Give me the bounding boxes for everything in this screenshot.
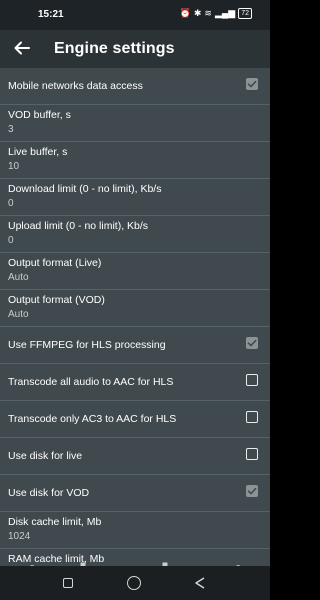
setting-label: Mobile networks data access: [8, 80, 143, 92]
setting-label: Output format (VOD): [8, 294, 105, 306]
setting-label: Upload limit (0 - no limit), Kb/s: [8, 220, 149, 232]
setting-row-mobile-networks-data-access[interactable]: Mobile networks data access: [0, 68, 270, 105]
setting-label: Output format (Live): [8, 257, 102, 269]
setting-label: Use disk for live: [8, 450, 83, 462]
status-bar: 15:21 ⏰ ✱ ≋ ▂▄▆ 72: [0, 0, 270, 30]
setting-label: Transcode all audio to AAC for HLS: [8, 376, 174, 388]
setting-label: Disk cache limit, Mb: [8, 516, 102, 528]
checkbox[interactable]: [246, 485, 258, 497]
wifi-icon: ≋: [204, 8, 212, 18]
back-arrow-icon[interactable]: [12, 38, 32, 58]
app-bar: Engine settings: [0, 30, 270, 68]
signal-icon: ▂▄▆: [214, 8, 236, 18]
setting-value: 0: [8, 235, 14, 246]
setting-row-output-format-vod[interactable]: Output format (VOD) Auto: [0, 290, 270, 327]
status-icons: ⏰ ✱ ≋ ▂▄▆ 72: [180, 8, 252, 19]
nav-back-icon[interactable]: [193, 576, 207, 590]
battery-icon: 72: [238, 8, 252, 19]
setting-label: Use disk for VOD: [8, 487, 90, 499]
setting-row-transcode-only-ac3-to-aac-for-hls[interactable]: Transcode only AC3 to AAC for HLS: [0, 401, 270, 438]
navigation-bar: [0, 566, 270, 600]
checkmark-icon: [247, 339, 257, 347]
checkmark-icon: [247, 80, 257, 88]
setting-label: Transcode only AC3 to AAC for HLS: [8, 413, 177, 425]
setting-row-upload-limit-0-no-limit-kb-s[interactable]: Upload limit (0 - no limit), Kb/s 0: [0, 216, 270, 253]
settings-list: Mobile networks data access VOD buffer, s…: [0, 68, 270, 600]
setting-value: 3: [8, 124, 14, 135]
setting-row-output-format-live[interactable]: Output format (Live) Auto: [0, 253, 270, 290]
checkbox[interactable]: [246, 448, 258, 460]
setting-row-use-disk-for-live[interactable]: Use disk for live: [0, 438, 270, 475]
alarm-icon: ⏰: [179, 8, 191, 18]
setting-value: 10: [8, 161, 20, 172]
setting-row-use-disk-for-vod[interactable]: Use disk for VOD: [0, 475, 270, 512]
setting-row-use-ffmpeg-for-hls-processing[interactable]: Use FFMPEG for HLS processing: [0, 327, 270, 364]
status-time: 15:21: [38, 9, 64, 20]
setting-label: Use FFMPEG for HLS processing: [8, 339, 166, 351]
setting-label: Download limit (0 - no limit), Kb/s: [8, 183, 162, 195]
mute-icon: ✱: [193, 8, 202, 18]
checkbox[interactable]: [246, 411, 258, 423]
page-title: Engine settings: [54, 40, 175, 57]
setting-row-live-buffer-s[interactable]: Live buffer, s 10: [0, 142, 270, 179]
setting-value: 1024: [8, 531, 31, 542]
setting-value: Auto: [8, 272, 29, 283]
setting-row-vod-buffer-s[interactable]: VOD buffer, s 3: [0, 105, 270, 142]
setting-label: VOD buffer, s: [8, 109, 71, 121]
home-icon[interactable]: [127, 576, 141, 590]
checkmark-icon: [247, 487, 257, 495]
checkbox[interactable]: [246, 78, 258, 90]
setting-value: Auto: [8, 309, 29, 320]
checkbox[interactable]: [246, 337, 258, 349]
setting-row-disk-cache-limit-mb[interactable]: Disk cache limit, Mb 1024: [0, 512, 270, 549]
screen: 15:21 ⏰ ✱ ≋ ▂▄▆ 72 Engine settings Mobil…: [0, 0, 270, 600]
setting-label: Live buffer, s: [8, 146, 68, 158]
setting-value: 0: [8, 198, 14, 209]
checkbox[interactable]: [246, 374, 258, 386]
setting-row-download-limit-0-no-limit-kb-s[interactable]: Download limit (0 - no limit), Kb/s 0: [0, 179, 270, 216]
recents-icon[interactable]: [63, 578, 73, 588]
setting-row-transcode-all-audio-to-aac-for-hls[interactable]: Transcode all audio to AAC for HLS: [0, 364, 270, 401]
